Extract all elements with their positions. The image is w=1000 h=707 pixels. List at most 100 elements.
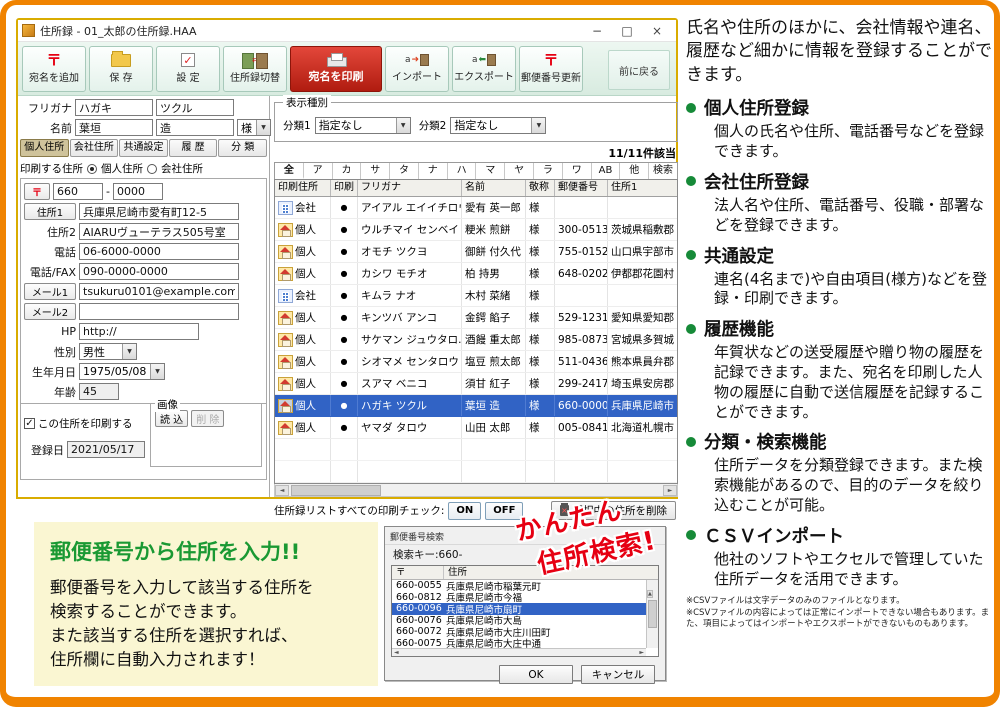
kana-tab-sa[interactable]: サ (361, 163, 390, 179)
mail2-button[interactable]: メール2 (24, 303, 76, 320)
table-header: 印刷住所 印刷 フリガナ 名前 敬称 郵便番号 住所1 (275, 180, 677, 197)
kana-tab-ya[interactable]: ヤ (505, 163, 534, 179)
kana-tab-ta[interactable]: タ (390, 163, 419, 179)
birth-select[interactable]: 1975/05/08 ▼ (79, 363, 165, 380)
tab-category[interactable]: 分 類 (218, 139, 267, 157)
print-dot[interactable]: ● (331, 307, 358, 328)
print-dot[interactable]: ● (331, 417, 358, 438)
gender-select[interactable]: 男性 ▼ (79, 343, 137, 360)
kana-tab-a[interactable]: ア (304, 163, 333, 179)
green-ring-icon (686, 324, 696, 334)
addr1-button[interactable]: 住所1 (24, 203, 76, 220)
image-delete-button[interactable]: 削 除 (191, 410, 224, 427)
scroll-up-icon[interactable]: ▲ (647, 590, 653, 598)
kana-tab-ka[interactable]: カ (333, 163, 362, 179)
kana-tab-search[interactable]: 検索 (649, 163, 677, 179)
age-label: 年齢 (24, 384, 76, 400)
print-dot[interactable]: ● (331, 329, 358, 350)
tel-input[interactable] (79, 243, 239, 260)
addr1-input[interactable] (79, 203, 239, 220)
tip-body: 郵便番号を入力して該当する住所を 検索することができます。 また該当する住所を選… (50, 576, 362, 672)
print-dot[interactable]: ● (331, 263, 358, 284)
print-dot[interactable]: ● (331, 219, 358, 240)
maximize-button[interactable]: □ (612, 21, 642, 41)
hp-input[interactable] (79, 323, 199, 340)
check-on-button[interactable]: ON (448, 502, 481, 520)
table-row[interactable]: 個人 ● オモチ ツクヨ 御餅 付久代 様 755-0152 山口県宇部市 (275, 241, 677, 263)
kana-tab-ha[interactable]: ハ (448, 163, 477, 179)
settings-button[interactable]: ✓ 設 定 (156, 46, 220, 92)
feature-sidebar: 氏名や住所のほかに、会社情報や連名、履歴など細かに情報を登録することができます。… (686, 17, 994, 631)
tab-company-address[interactable]: 会社住所 (70, 139, 119, 157)
kana-tab-na[interactable]: ナ (419, 163, 448, 179)
mail1-input[interactable] (79, 283, 239, 300)
kana-tab-ra[interactable]: ラ (534, 163, 563, 179)
radio-personal[interactable] (87, 164, 97, 174)
kana-tab-all[interactable]: 全 (275, 163, 304, 179)
print-dot[interactable]: ● (331, 197, 358, 218)
switch-book-button[interactable]: ⇄ 住所録切替 (223, 46, 287, 92)
print-dot[interactable]: ● (331, 351, 358, 372)
furigana-last-input[interactable] (75, 99, 153, 116)
table-row[interactable]: 個人 ● ウルチマイ センベイ 粳米 煎餅 様 300-0513 茨城県稲敷郡 (275, 219, 677, 241)
print-this-checkbox[interactable]: ✓ (24, 418, 35, 429)
fax-label: 電話/FAX (24, 264, 76, 280)
honorific-select[interactable]: 様 ▼ (237, 119, 271, 136)
print-dot[interactable]: ● (331, 285, 358, 306)
print-address-button[interactable]: 宛名を印刷 (290, 46, 382, 92)
export-button[interactable]: a⬅ エクスポート (452, 46, 516, 92)
kana-tab-other[interactable]: 他 (620, 163, 649, 179)
name-last-input[interactable] (75, 119, 153, 136)
import-button[interactable]: a➜ インポート (385, 46, 449, 92)
back-button[interactable]: 前に戻る (608, 50, 670, 90)
zip-search-button[interactable]: 〒 (24, 183, 50, 200)
table-row[interactable]: 個人 ● スアマ ベニコ 須甘 紅子 様 299-2417 埼玉県安房郡 (275, 373, 677, 395)
fax-input[interactable] (79, 263, 239, 280)
zip1-input[interactable] (53, 183, 103, 200)
scrollbar-thumb[interactable] (648, 600, 657, 628)
zip2-input[interactable] (113, 183, 163, 200)
save-button[interactable]: 保 存 (89, 46, 153, 92)
company-icon (278, 289, 293, 303)
table-row[interactable]: 個人 ● ヤマダ タロウ 山田 太郎 様 005-0841 北海道札幌市 (275, 417, 677, 439)
table-row[interactable]: 会社 ● アイアル エイイチロウ 愛有 英一郎 様 (275, 197, 677, 219)
zip-update-button[interactable]: 〒 郵便番号更新 (519, 46, 583, 92)
mail2-input[interactable] (79, 303, 239, 320)
table-row[interactable]: 個人 ● キンツバ アンコ 金鍔 餡子 様 529-1231 愛知県愛知郡 (275, 307, 677, 329)
category1-select[interactable]: 指定なし ▼ (315, 117, 411, 134)
addr2-input[interactable] (79, 223, 239, 240)
table-row[interactable]: 個人 ● カシワ モチオ 柏 持男 様 648-0202 伊都郡花園村 (275, 263, 677, 285)
table-row[interactable]: 個人 ● サケマン ジュウタロ... 酒饅 重太郎 様 985-0873 宮城県… (275, 329, 677, 351)
kana-tab-ma[interactable]: マ (476, 163, 505, 179)
print-dot[interactable]: ● (331, 241, 358, 262)
print-dot[interactable]: ● (331, 395, 358, 416)
image-load-button[interactable]: 読 込 (155, 410, 188, 427)
scroll-left-icon[interactable]: ◄ (275, 485, 289, 496)
tab-common-settings[interactable]: 共通設定 (119, 139, 168, 157)
scrollbar-thumb[interactable] (291, 485, 381, 496)
tab-personal-address[interactable]: 個人住所 (20, 139, 69, 157)
close-button[interactable]: × (642, 21, 672, 41)
sidebar-intro: 氏名や住所のほかに、会社情報や連名、履歴など細かに情報を登録することができます。 (686, 17, 994, 87)
table-row[interactable]: 会社 ● キムラ ナオ 木村 菜緒 様 (275, 285, 677, 307)
add-address-button[interactable]: 〒 宛名を追加 (22, 46, 86, 92)
vertical-scrollbar[interactable]: ▲ (646, 580, 658, 648)
feature-history: 履歴機能 年賀状などの送受履歴や贈り物の履歴を記録できます。また、宛名を印刷した… (686, 316, 994, 422)
cancel-button[interactable]: キャンセル (581, 665, 655, 684)
scroll-right-icon[interactable]: ► (663, 485, 677, 496)
print-dot[interactable]: ● (331, 373, 358, 394)
dialog-hscrollbar[interactable]: ◄ ► (392, 648, 646, 656)
radio-company[interactable] (147, 164, 157, 174)
furigana-first-input[interactable] (156, 99, 234, 116)
ok-button[interactable]: OK (499, 665, 573, 684)
table-row[interactable]: 個人 ● シオマメ センタロウ 塩豆 煎太郎 様 511-0436 熊本県員弁郡 (275, 351, 677, 373)
house-icon (278, 355, 293, 369)
table-row-selected[interactable]: 個人 ● ハガキ ツクル 葉垣 造 様 660-0000 兵庫県尼崎市 (275, 395, 677, 417)
minimize-button[interactable]: − (582, 21, 612, 41)
name-first-input[interactable] (156, 119, 234, 136)
kana-tab-ab[interactable]: AB (592, 163, 621, 179)
mail1-button[interactable]: メール1 (24, 283, 76, 300)
tab-history[interactable]: 履 歴 (169, 139, 218, 157)
category2-select[interactable]: 指定なし ▼ (450, 117, 546, 134)
kana-tab-wa[interactable]: ワ (563, 163, 592, 179)
